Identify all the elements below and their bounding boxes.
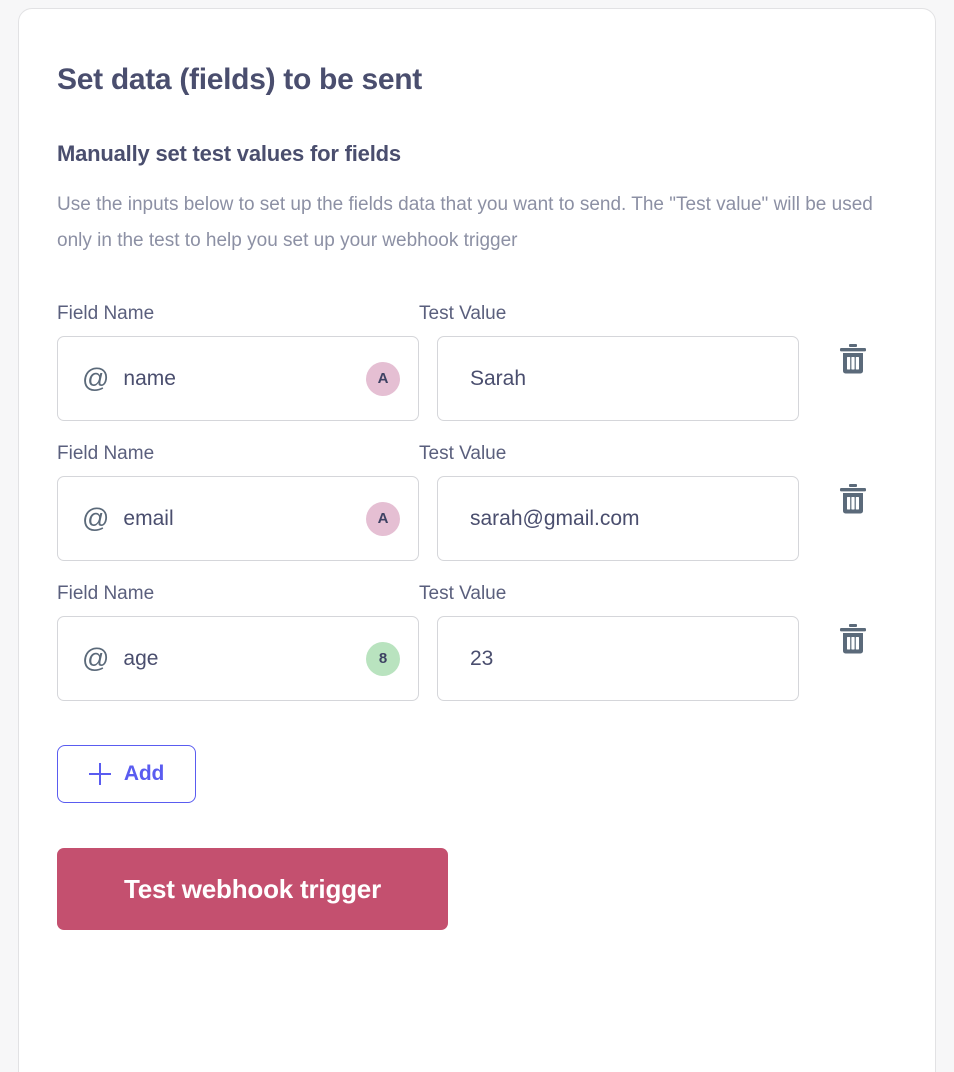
section-title: Manually set test values for fields [57,141,401,166]
test-webhook-trigger-button[interactable]: Test webhook trigger [57,848,448,930]
plus-icon [88,763,111,785]
settings-card: Set data (fields) to be sent Manually se… [18,8,936,1072]
delete-row-button[interactable] [830,616,876,662]
table-row: Field Name Test Value @ email A sarah@gm… [57,443,897,561]
field-name-value: name [123,366,176,390]
field-name-input[interactable]: @ name A [57,336,419,421]
field-rows: Field Name Test Value @ name A Sarah Fie… [57,303,897,701]
trash-icon [838,483,868,515]
field-name-label: Field Name [57,443,155,464]
trash-icon [838,343,868,375]
row-inputs: @ age 8 23 [57,616,897,701]
test-value-text: Sarah [470,366,527,390]
delete-row-button[interactable] [830,336,876,382]
field-name-input[interactable]: @ age 8 [57,616,419,701]
test-value-text: 23 [470,646,494,670]
test-value-label: Test Value [419,303,507,324]
field-type-badge[interactable]: 8 [366,641,400,676]
add-button-label: Add [123,762,165,785]
table-row: Field Name Test Value @ name A Sarah [57,303,897,421]
field-name-value: email [123,506,174,530]
test-value-input[interactable]: Sarah [437,336,799,421]
field-type-badge[interactable]: A [366,361,400,396]
field-name-label: Field Name [57,303,155,324]
section-description: Use the inputs below to set up the field… [57,194,873,251]
at-icon: @ [82,363,110,393]
row-labels: Field Name Test Value [57,443,897,465]
at-icon: @ [82,643,110,673]
add-field-button[interactable]: Add [57,745,196,803]
row-labels: Field Name Test Value [57,583,897,605]
trash-icon [838,623,868,655]
field-type-badge[interactable]: A [366,501,400,536]
at-icon: @ [82,503,110,533]
page-title: Set data (fields) to be sent [57,63,422,96]
delete-row-button[interactable] [830,476,876,522]
row-inputs: @ email A sarah@gmail.com [57,476,897,561]
page-root: Set data (fields) to be sent Manually se… [0,0,954,1072]
row-inputs: @ name A Sarah [57,336,897,421]
test-value-input[interactable]: sarah@gmail.com [437,476,799,561]
test-value-label: Test Value [419,583,507,604]
table-row: Field Name Test Value @ age 8 23 [57,583,897,701]
test-value-input[interactable]: 23 [437,616,799,701]
field-name-input[interactable]: @ email A [57,476,419,561]
field-name-label: Field Name [57,583,155,604]
test-value-label: Test Value [419,443,507,464]
field-name-value: age [123,646,159,670]
row-labels: Field Name Test Value [57,303,897,325]
test-value-text: sarah@gmail.com [470,506,640,530]
